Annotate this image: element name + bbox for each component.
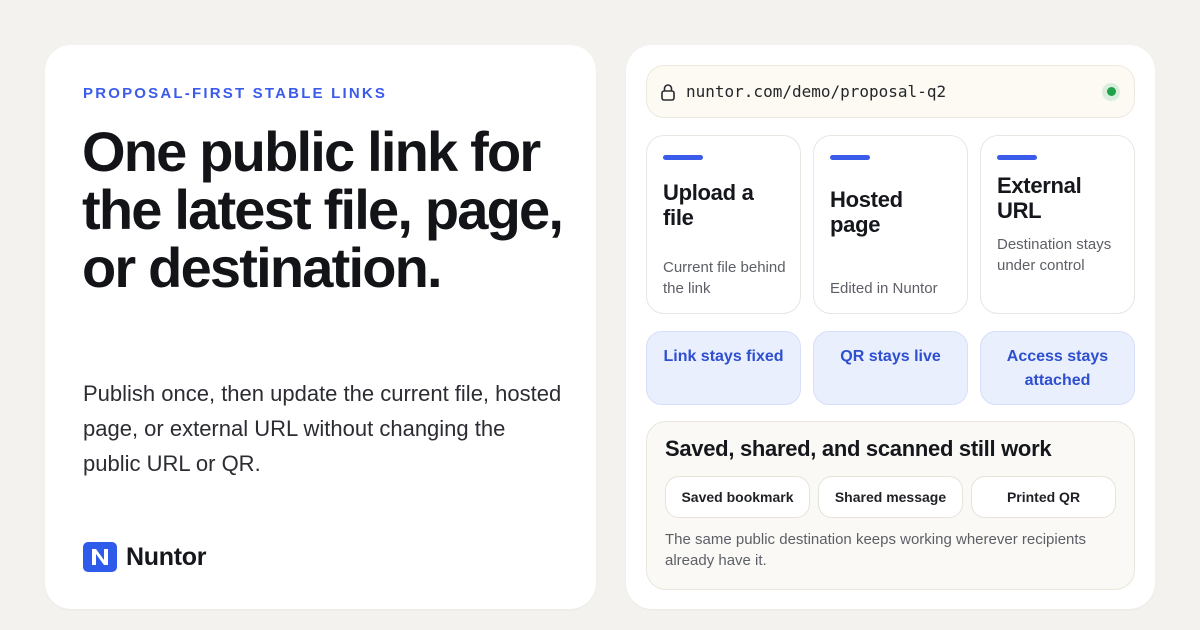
url-bar[interactable]: nuntor.com/demo/proposal-q2 <box>646 65 1135 118</box>
feature-pill-qr-live: QR stays live <box>813 331 968 405</box>
subheadline: Publish once, then update the current fi… <box>83 381 562 476</box>
hero-card: PROPOSAL-FIRST STABLE LINKS One public l… <box>45 45 596 609</box>
option-hosted-page[interactable]: Hosted page Edited in Nuntor <box>813 135 968 314</box>
url-text[interactable]: nuntor.com/demo/proposal-q2 <box>686 82 1102 101</box>
accent-bar <box>830 155 870 160</box>
option-description: Destination stays under control <box>997 236 1112 274</box>
option-description: Current file behind the link <box>663 259 786 297</box>
option-external-url[interactable]: External URL Destination stays under con… <box>980 135 1135 314</box>
still-works-note: The same public destination keeps workin… <box>665 531 1087 569</box>
option-title: External URL <box>997 173 1082 223</box>
feature-pill-access-attached: Access stays attached <box>980 331 1135 405</box>
chip-shared-message: Shared message <box>818 476 963 518</box>
brand-name: Nuntor <box>126 542 207 571</box>
option-description: Edited in Nuntor <box>830 280 938 297</box>
still-works-box: Saved, shared, and scanned still work Sa… <box>646 421 1135 590</box>
chip-saved-bookmark: Saved bookmark <box>665 476 810 518</box>
n-logo-icon <box>83 542 117 572</box>
still-works-title: Saved, shared, and scanned still work <box>665 436 1052 461</box>
feature-pill-link-fixed: Link stays fixed <box>646 331 801 405</box>
chip-printed-qr: Printed QR <box>971 476 1116 518</box>
option-upload-file[interactable]: Upload a file Current file behind the li… <box>646 135 801 314</box>
pill-label: Access stays attached <box>1006 348 1109 389</box>
lock-icon <box>661 83 675 101</box>
demo-panel: nuntor.com/demo/proposal-q2 Upload a fil… <box>626 45 1155 609</box>
option-title: Upload a file <box>663 180 754 230</box>
accent-bar <box>997 155 1037 160</box>
brand: Nuntor <box>83 542 206 572</box>
headline: One public link for the latest file, pag… <box>82 120 564 299</box>
accent-bar <box>663 155 703 160</box>
eyebrow-label: PROPOSAL-FIRST STABLE LINKS <box>83 85 388 102</box>
pill-label: QR stays live <box>840 348 941 365</box>
live-status-indicator <box>1102 82 1120 101</box>
option-title: Hosted page <box>830 187 903 237</box>
pill-label: Link stays fixed <box>663 348 784 365</box>
